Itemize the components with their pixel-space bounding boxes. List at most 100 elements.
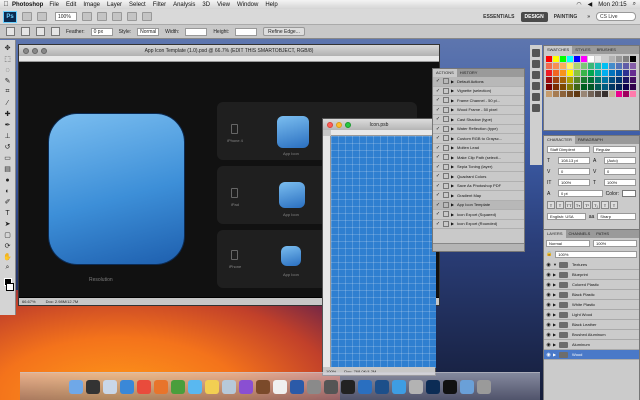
color-swatch[interactable] bbox=[616, 70, 622, 76]
icon-blueprint-canvas[interactable] bbox=[331, 136, 436, 368]
color-swatch[interactable] bbox=[602, 84, 608, 90]
action-row[interactable]: ✓ ▶ Quadrant Colors bbox=[433, 172, 524, 182]
color-swatch[interactable] bbox=[560, 70, 566, 76]
visibility-eye-icon[interactable]: ◉ bbox=[544, 312, 553, 318]
color-swatch[interactable] bbox=[623, 84, 629, 90]
toggle-check-icon[interactable]: ✓ bbox=[434, 191, 442, 199]
all-caps-button[interactable]: TT bbox=[565, 201, 573, 209]
color-swatch[interactable] bbox=[588, 56, 594, 62]
color-swatch[interactable] bbox=[546, 70, 552, 76]
color-swatch[interactable] bbox=[602, 63, 608, 69]
tab-history[interactable]: HISTORY bbox=[457, 69, 481, 77]
arrange-documents-button[interactable] bbox=[127, 12, 137, 21]
toggle-check-icon[interactable]: ✓ bbox=[434, 87, 442, 95]
toggle-check-icon[interactable]: ✓ bbox=[434, 220, 442, 228]
layer-row[interactable]: ◉ ▶ Black Plastic bbox=[544, 290, 639, 300]
color-swatch[interactable] bbox=[609, 91, 615, 97]
dialog-toggle-icon[interactable] bbox=[443, 163, 449, 170]
menu-analysis[interactable]: Analysis bbox=[173, 2, 195, 8]
color-swatch[interactable] bbox=[560, 77, 566, 83]
new-selection-icon[interactable] bbox=[21, 27, 30, 36]
layer-row[interactable]: ◉ ▶ Blueprint bbox=[544, 270, 639, 280]
background-color-swatch[interactable] bbox=[6, 283, 14, 291]
workspace-painting[interactable]: PAINTING bbox=[550, 12, 582, 22]
document-zoom-field[interactable]: 66.67% bbox=[22, 299, 36, 304]
icon-close-button[interactable] bbox=[327, 121, 333, 128]
tab-brushes[interactable]: BRUSHES bbox=[594, 46, 619, 54]
tab-swatches[interactable]: SWATCHES bbox=[544, 46, 573, 54]
app-store-icon[interactable] bbox=[392, 379, 406, 394]
kerning-input[interactable]: 0 bbox=[558, 168, 590, 175]
finder-icon[interactable] bbox=[69, 379, 83, 394]
color-swatch[interactable] bbox=[588, 84, 594, 90]
antialias-select[interactable]: Sharp bbox=[597, 213, 636, 220]
color-swatch[interactable] bbox=[581, 70, 587, 76]
icon-minimize-button[interactable] bbox=[336, 121, 342, 128]
color-swatch[interactable] bbox=[616, 63, 622, 69]
visibility-eye-icon[interactable]: ◉ bbox=[544, 302, 553, 308]
color-swatch[interactable] bbox=[609, 63, 615, 69]
dialog-toggle-icon[interactable] bbox=[443, 116, 449, 123]
menu-file[interactable]: File bbox=[49, 2, 59, 8]
blur-tool-icon[interactable]: ● bbox=[3, 175, 13, 185]
messages-icon[interactable] bbox=[188, 379, 202, 394]
menu-window[interactable]: Window bbox=[237, 2, 258, 8]
color-swatch[interactable] bbox=[630, 56, 636, 62]
visibility-eye-icon[interactable]: ◉ bbox=[544, 262, 553, 268]
color-swatch[interactable] bbox=[574, 77, 580, 83]
minimize-button[interactable] bbox=[32, 47, 38, 54]
visibility-eye-icon[interactable]: ◉ bbox=[544, 352, 553, 358]
rotate-view-button[interactable] bbox=[112, 12, 122, 21]
firefox-icon[interactable] bbox=[154, 379, 168, 394]
color-swatch[interactable] bbox=[567, 56, 573, 62]
toggle-check-icon[interactable]: ✓ bbox=[434, 106, 442, 114]
toggle-check-icon[interactable]: ✓ bbox=[434, 182, 442, 190]
menu-edit[interactable]: Edit bbox=[66, 2, 76, 8]
eyedropper-tool-icon[interactable]: ⁄ bbox=[3, 98, 13, 108]
color-swatch[interactable] bbox=[560, 63, 566, 69]
color-swatch[interactable] bbox=[602, 70, 608, 76]
menu-view[interactable]: View bbox=[217, 2, 230, 8]
dialog-toggle-icon[interactable] bbox=[443, 125, 449, 132]
layer-row[interactable]: ◉ ▶ Black Leather bbox=[544, 320, 639, 330]
lock-icon[interactable]: 🔒 bbox=[546, 251, 552, 258]
layer-row[interactable]: ◉ ▶ White Plastic bbox=[544, 300, 639, 310]
color-swatch[interactable] bbox=[546, 91, 552, 97]
toggle-check-icon[interactable]: ✓ bbox=[434, 115, 442, 123]
tab-paths[interactable]: PATHS bbox=[593, 230, 612, 238]
color-swatch[interactable] bbox=[630, 77, 636, 83]
small-caps-button[interactable]: Tт bbox=[574, 201, 582, 209]
photoshop-icon[interactable] bbox=[426, 379, 440, 394]
layer-row[interactable]: ◉ ▶ Aluminum bbox=[544, 340, 639, 350]
baseline-shift-input[interactable]: 0 pt bbox=[558, 190, 603, 197]
shape-tool-icon[interactable]: ▢ bbox=[3, 230, 13, 240]
color-swatch[interactable] bbox=[574, 63, 580, 69]
visibility-eye-icon[interactable]: ◉ bbox=[544, 272, 553, 278]
tab-character[interactable]: CHARACTER bbox=[544, 136, 575, 144]
color-swatch[interactable] bbox=[567, 63, 573, 69]
color-swatch[interactable] bbox=[623, 63, 629, 69]
dashboard-icon[interactable] bbox=[86, 379, 100, 394]
toggle-check-icon[interactable]: ✓ bbox=[434, 163, 442, 171]
xcode-icon[interactable] bbox=[375, 379, 389, 394]
ical-icon[interactable] bbox=[137, 379, 151, 394]
panel-icon-4[interactable] bbox=[532, 82, 540, 90]
dialog-toggle-icon[interactable] bbox=[443, 87, 449, 94]
color-swatch[interactable] bbox=[623, 56, 629, 62]
toggle-check-icon[interactable]: ✓ bbox=[434, 210, 442, 218]
action-row[interactable]: ✓ ▶ Icon Export (Squared) bbox=[433, 210, 524, 220]
color-swatch[interactable] bbox=[546, 63, 552, 69]
underline-button[interactable]: T bbox=[601, 201, 609, 209]
tab-paragraph[interactable]: PARAGRAPH bbox=[575, 136, 606, 144]
opacity-input[interactable]: 100% bbox=[593, 240, 637, 247]
stats-icon[interactable] bbox=[341, 379, 355, 394]
visibility-eye-icon[interactable]: ◉ bbox=[544, 332, 553, 338]
color-swatch[interactable] bbox=[546, 56, 552, 62]
color-swatch[interactable] bbox=[609, 77, 615, 83]
action-row[interactable]: ✓ ▶ Vignette (selection) bbox=[433, 87, 524, 96]
fetch-icon[interactable] bbox=[358, 379, 372, 394]
tab-styles[interactable]: STYLES bbox=[572, 46, 593, 54]
dialog-toggle-icon[interactable] bbox=[443, 192, 449, 199]
layer-row[interactable]: ◉ ▶ Wood bbox=[544, 350, 639, 360]
faux-bold-button[interactable]: T bbox=[547, 201, 555, 209]
